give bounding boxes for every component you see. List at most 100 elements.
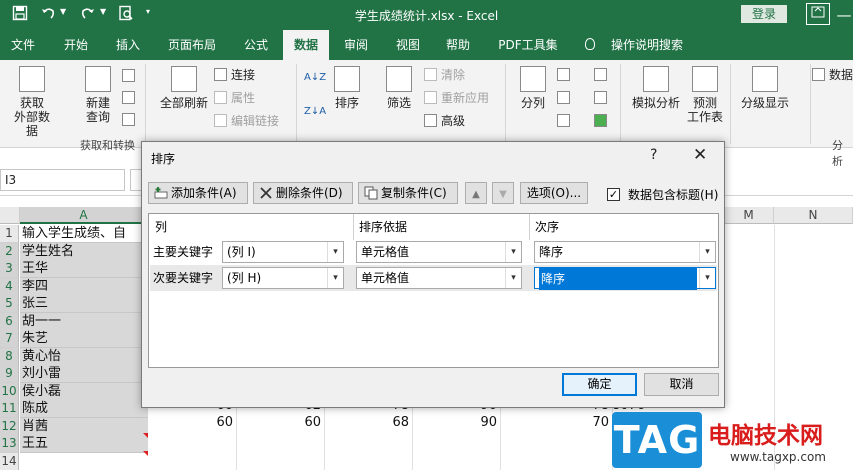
row-header[interactable]: 7	[0, 330, 19, 348]
tab-help[interactable]: 帮助	[438, 30, 478, 60]
cell-a[interactable]: 王五	[20, 435, 148, 453]
cell-a[interactable]	[20, 452, 148, 470]
tab-review[interactable]: 审阅	[336, 30, 376, 60]
row-header[interactable]: 8	[0, 347, 19, 366]
sort-level-row-secondary[interactable]: 次要关键字 (列 H) ▾ 单元格值 ▾ 降序 ▾	[150, 265, 717, 291]
cell-a[interactable]: 胡一一	[20, 312, 148, 331]
row-header[interactable]: 10	[0, 382, 19, 401]
primary-column-select[interactable]: (列 I) ▾	[222, 241, 344, 263]
cell-value[interactable]: 60	[236, 414, 324, 432]
delete-level-button[interactable]: 删除条件(D)	[253, 182, 353, 204]
row-header[interactable]: 2	[0, 242, 19, 261]
properties-button[interactable]: 属性	[214, 90, 255, 106]
ok-button[interactable]: 确定	[562, 373, 637, 396]
options-button[interactable]: 选项(O)...	[520, 182, 588, 204]
cell-a[interactable]: 陈成	[20, 400, 148, 418]
recent-sources-button[interactable]	[122, 112, 139, 128]
cell-a[interactable]: 黄心怡	[20, 347, 148, 366]
cell-a[interactable]: 学生姓名	[20, 242, 148, 261]
close-icon[interactable]: ✕	[693, 145, 707, 165]
copy-level-button[interactable]: 复制条件(C)	[358, 182, 458, 204]
manage-data-model-button[interactable]	[594, 113, 611, 129]
cell-value[interactable]: 68	[324, 414, 412, 432]
row-header[interactable]: 5	[0, 295, 19, 313]
has-headers-checkbox[interactable]: ✓	[607, 188, 620, 201]
cell-a[interactable]: 侯小磊	[20, 382, 148, 401]
separator	[620, 64, 621, 144]
name-box[interactable]: I3	[0, 169, 125, 191]
cell-a[interactable]: 张三	[20, 295, 148, 313]
row-header[interactable]: 9	[0, 365, 19, 383]
cell-a[interactable]: 李四	[20, 277, 148, 296]
sort-descending-icon[interactable]: Z↓A	[304, 104, 326, 120]
tab-view[interactable]: 视图	[388, 30, 428, 60]
outline-button[interactable]: 分级显示	[738, 66, 792, 110]
text-to-columns-button[interactable]: 分列	[516, 66, 550, 110]
forecast-sheet-button[interactable]: 预测 工作表	[686, 66, 724, 124]
column-header-a[interactable]: A	[20, 207, 148, 224]
cell-a[interactable]: 肖茜	[20, 417, 148, 436]
tab-file[interactable]: 文件	[2, 30, 44, 60]
column-header-n[interactable]: N	[774, 207, 853, 224]
move-up-button[interactable]: ▲	[465, 182, 487, 204]
login-button[interactable]: 登录	[741, 5, 787, 23]
advanced-filter-button[interactable]: 高级	[424, 113, 465, 129]
sort-on-col-header: 排序依据	[359, 220, 408, 234]
tell-me-search[interactable]: 操作说明搜索	[604, 30, 690, 60]
secondary-order-select[interactable]: 降序 ▾	[534, 267, 716, 290]
cell-value[interactable]: 70	[500, 414, 612, 432]
move-down-button[interactable]: ▼	[492, 182, 514, 204]
data-analysis-button[interactable]: 数据	[812, 67, 853, 83]
secondary-sort-on-select[interactable]: 单元格值 ▾	[356, 267, 522, 289]
cell-a[interactable]: 王华	[20, 260, 148, 278]
primary-sort-on-select[interactable]: 单元格值 ▾	[356, 241, 522, 263]
edit-links-button[interactable]: 编辑链接	[214, 113, 279, 129]
reapply-button[interactable]: 重新应用	[424, 90, 489, 106]
tab-page-layout[interactable]: 页面布局	[160, 30, 224, 60]
row-header[interactable]: 14	[0, 452, 19, 470]
get-external-data-button[interactable]: 获取 外部数据	[12, 66, 52, 138]
cancel-button[interactable]: 取消	[644, 373, 719, 396]
tab-data[interactable]: 数据	[283, 30, 329, 60]
tab-insert[interactable]: 插入	[108, 30, 148, 60]
minimize-icon[interactable]: —	[834, 5, 853, 25]
tab-formulas[interactable]: 公式	[236, 30, 276, 60]
primary-order-select[interactable]: 降序 ▾	[534, 241, 716, 263]
cell-value[interactable]: 60	[148, 414, 236, 432]
sort-level-row-primary[interactable]: 主要关键字 (列 I) ▾ 单元格值 ▾ 降序 ▾	[150, 239, 717, 265]
tab-pdf-tools[interactable]: PDF工具集	[490, 30, 566, 60]
refresh-all-button[interactable]: 全部刷新	[157, 66, 211, 110]
flash-fill-button[interactable]	[557, 67, 574, 83]
sort-button[interactable]: 排序	[330, 66, 364, 110]
consolidate-button[interactable]	[594, 67, 611, 83]
cell-a[interactable]: 输入学生成绩、自	[20, 225, 148, 243]
from-table-button[interactable]	[122, 90, 139, 106]
column-header-m[interactable]: M	[724, 207, 774, 224]
clear-filter-button[interactable]: 清除	[424, 67, 465, 83]
new-query-button[interactable]: 新建 查询	[80, 66, 116, 124]
cell-a[interactable]: 刘小雷	[20, 365, 148, 383]
ribbon-display-icon[interactable]	[806, 3, 830, 25]
row-header[interactable]: 4	[0, 277, 19, 296]
select-all-corner[interactable]	[0, 207, 20, 224]
data-validation-button[interactable]	[557, 113, 574, 129]
tab-home[interactable]: 开始	[56, 30, 96, 60]
row-header[interactable]: 13	[0, 435, 19, 453]
connections-button[interactable]: 连接	[214, 67, 255, 83]
remove-duplicates-button[interactable]	[557, 90, 574, 106]
row-header[interactable]: 3	[0, 260, 19, 278]
row-header[interactable]: 1	[0, 225, 19, 243]
row-header[interactable]: 6	[0, 312, 19, 331]
cell-value[interactable]: 90	[412, 414, 500, 432]
sort-ascending-icon[interactable]: A↓Z	[304, 70, 326, 86]
secondary-column-select[interactable]: (列 H) ▾	[222, 267, 344, 289]
cell-a[interactable]: 朱艺	[20, 330, 148, 348]
row-header[interactable]: 12	[0, 417, 19, 436]
help-icon[interactable]: ?	[650, 147, 657, 163]
add-level-button[interactable]: 添加条件(A)	[148, 182, 248, 204]
filter-button[interactable]: 筛选	[382, 66, 416, 110]
what-if-analysis-button[interactable]: 模拟分析	[630, 66, 682, 110]
row-header[interactable]: 11	[0, 400, 19, 418]
relationships-button[interactable]	[594, 90, 611, 106]
show-queries-button[interactable]	[122, 68, 139, 84]
